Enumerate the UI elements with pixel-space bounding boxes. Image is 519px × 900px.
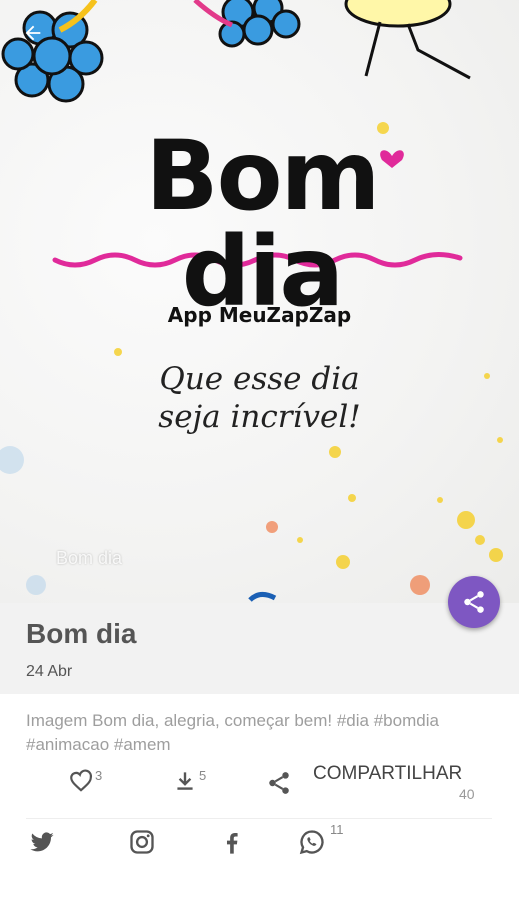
share-label[interactable]: COMPARTILHAR — [313, 763, 462, 785]
share-button[interactable] — [266, 770, 292, 796]
back-arrow-icon — [25, 25, 41, 41]
instagram-button[interactable] — [128, 828, 156, 861]
post-image: Bom dia App MeuZapZap Que esse dia seja … — [0, 0, 519, 603]
image-quote: Que esse dia seja incrível! — [0, 360, 519, 436]
share-count: 40 — [459, 786, 475, 802]
facebook-button[interactable] — [218, 828, 246, 861]
quote-line-1: Que esse dia — [159, 361, 360, 397]
image-app-name: App MeuZapZap — [167, 303, 352, 327]
divider — [26, 818, 492, 819]
whatsapp-button[interactable] — [298, 828, 326, 861]
instagram-icon — [130, 830, 154, 854]
like-count: 3 — [95, 768, 103, 783]
heart-icon — [70, 769, 93, 792]
back-button[interactable] — [22, 22, 56, 56]
whatsapp-icon — [299, 830, 324, 855]
facebook-icon — [226, 833, 238, 854]
post-date: 24 Abr — [26, 663, 73, 680]
share-icon — [464, 591, 484, 613]
share-fab-button[interactable] — [448, 576, 500, 628]
post-title: Bom dia — [26, 618, 137, 649]
download-count: 5 — [199, 768, 207, 783]
post-description: Imagem Bom dia, alegria, começar bem! #d… — [26, 711, 439, 754]
post-header: Bom dia 24 Abr — [0, 603, 519, 694]
twitter-button[interactable] — [28, 828, 56, 861]
twitter-icon — [30, 832, 54, 852]
image-watermark: Bom dia — [56, 548, 123, 568]
share-icon — [269, 772, 289, 794]
whatsapp-count: 11 — [330, 822, 344, 837]
image-title: Bom dia — [145, 120, 380, 328]
download-icon — [177, 772, 193, 790]
quote-line-2: seja incrível! — [158, 399, 361, 435]
download-button[interactable]: 5 — [172, 768, 206, 794]
like-button[interactable]: 3 — [68, 768, 102, 794]
